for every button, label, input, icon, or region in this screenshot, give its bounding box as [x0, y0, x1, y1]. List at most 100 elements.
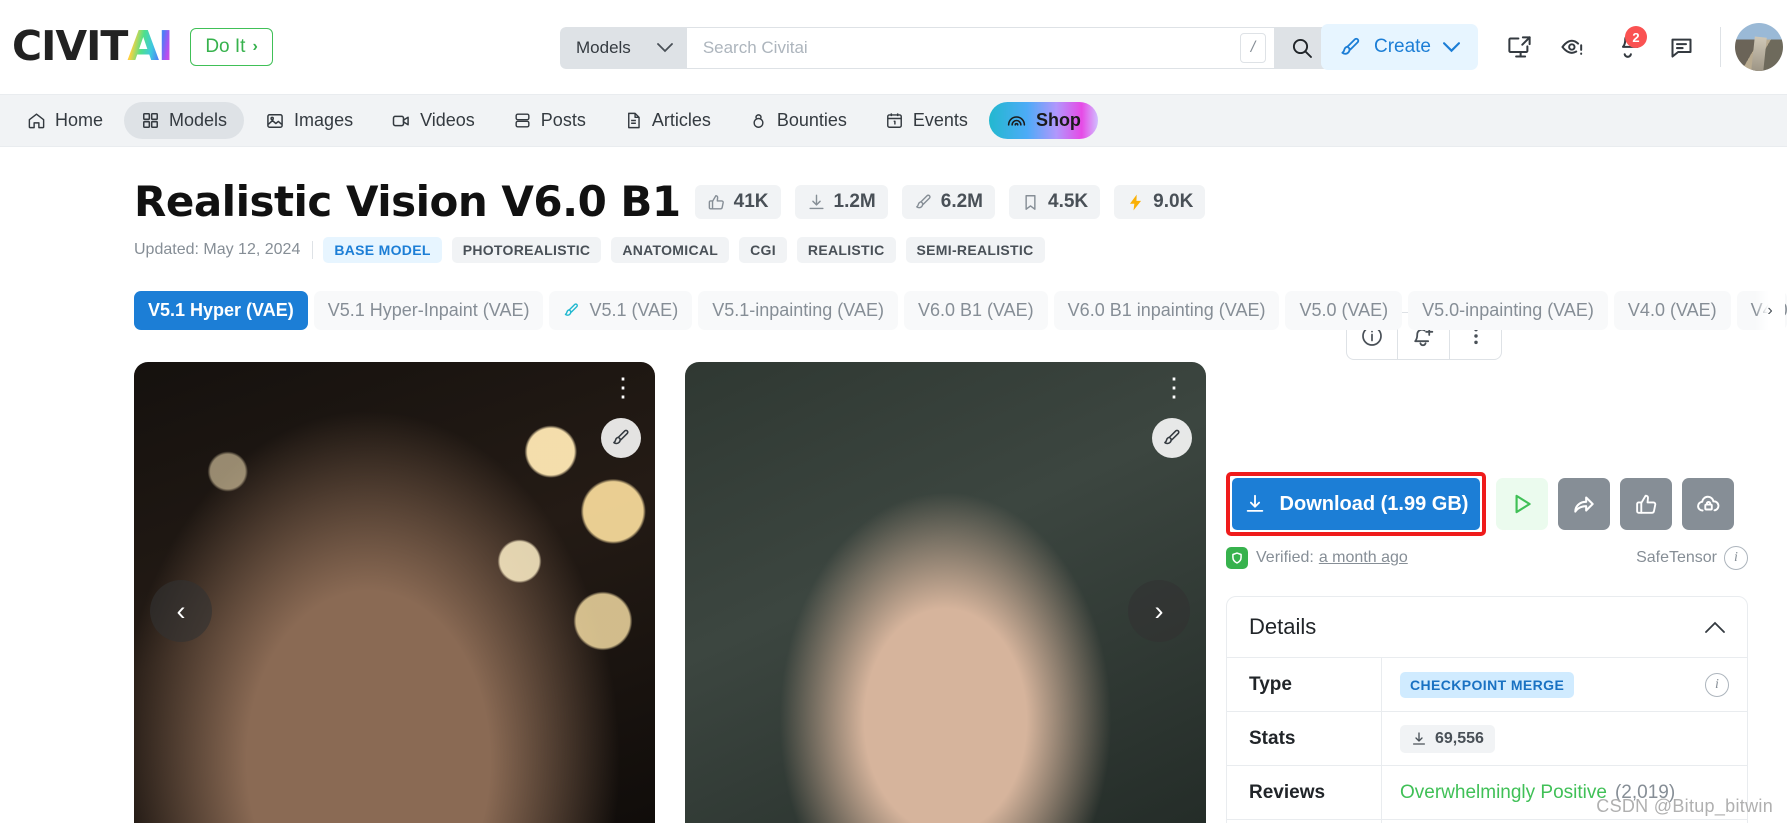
- details-header[interactable]: Details: [1227, 597, 1747, 657]
- civitai-logo[interactable]: CIVIT AI: [12, 22, 173, 70]
- gallery-next-button[interactable]: ›: [1128, 580, 1190, 642]
- do-it-button[interactable]: Do It ›: [190, 28, 273, 66]
- run-model-button[interactable]: [1496, 478, 1548, 530]
- version-tab-v50-inpainting[interactable]: V5.0-inpainting (VAE): [1408, 291, 1608, 330]
- article-icon: [624, 111, 643, 130]
- download-label: Download (1.99 GB): [1279, 492, 1469, 515]
- version-tab-v60-b1[interactable]: V6.0 B1 (VAE): [903, 291, 1048, 330]
- remix-button[interactable]: [601, 418, 641, 458]
- details-title: Details: [1249, 614, 1317, 639]
- backup-button[interactable]: [1682, 478, 1734, 530]
- nav-item-images[interactable]: Images: [248, 102, 370, 139]
- version-tab-v51-hyper-inpaint[interactable]: V5.1 Hyper-Inpaint (VAE): [313, 291, 544, 330]
- version-label: V5.0 (VAE): [1299, 300, 1389, 320]
- tag-anatomical[interactable]: ANATOMICAL: [611, 237, 730, 263]
- image-options-button[interactable]: ⋮: [1161, 374, 1188, 400]
- type-badge[interactable]: CHECKPOINT MERGE: [1400, 671, 1575, 698]
- download-count-chip: 69,556: [1400, 724, 1495, 753]
- version-tab-v60-b1-inpainting[interactable]: V6.0 B1 inpainting (VAE): [1053, 291, 1280, 330]
- safetensor-info: SafeTensor i: [1636, 546, 1748, 570]
- nav-label: Bounties: [776, 110, 847, 130]
- row-value: CHECKPOINT MERGE i: [1382, 658, 1747, 711]
- screen-share-icon: [1506, 34, 1533, 61]
- nav-item-articles[interactable]: Articles: [607, 102, 728, 139]
- remix-button[interactable]: [1152, 418, 1192, 458]
- chevron-down-icon: [1443, 41, 1460, 53]
- gallery-prev-button[interactable]: ‹: [150, 580, 212, 642]
- screen-share-button[interactable]: [1494, 22, 1544, 72]
- chevron-right-icon: ›: [252, 38, 258, 55]
- search-shortcut-key: /: [1240, 33, 1266, 63]
- watermark: CSDN @Bitup_bitwin: [1596, 796, 1773, 816]
- version-tab-v51-hyper[interactable]: V5.1 Hyper (VAE): [134, 291, 308, 330]
- shield-check-icon: [1226, 547, 1248, 569]
- stat-value: 1.2M: [833, 191, 876, 212]
- tag-base-model[interactable]: BASE MODEL: [323, 237, 442, 263]
- stat-buzz: 9.0K: [1114, 185, 1206, 219]
- search-icon: [1290, 36, 1314, 60]
- search-category-select[interactable]: Models: [560, 27, 687, 69]
- stat-value: 4.5K: [1048, 191, 1089, 212]
- details-row-type: Type CHECKPOINT MERGE i: [1227, 657, 1747, 711]
- create-button[interactable]: Create: [1320, 24, 1478, 70]
- info-icon[interactable]: i: [1705, 672, 1729, 697]
- image-options-button[interactable]: ⋮: [610, 374, 637, 400]
- info-icon[interactable]: i: [1724, 546, 1748, 570]
- thumbs-up-icon: [707, 193, 726, 212]
- version-tab-v51-inpainting[interactable]: V5.1-inpainting (VAE): [698, 291, 898, 330]
- search-input-wrapper: /: [686, 27, 1274, 69]
- video-icon: [391, 111, 411, 131]
- bolt-icon: [1126, 193, 1145, 212]
- posts-icon: [513, 111, 532, 130]
- messages-button[interactable]: [1656, 22, 1706, 72]
- version-label: V5.1 Hyper-Inpaint (VAE): [327, 300, 530, 320]
- review-sentiment[interactable]: Overwhelmingly Positive: [1400, 782, 1607, 804]
- row-label: Type: [1227, 658, 1382, 711]
- version-label: V5.0-inpainting (VAE): [1422, 300, 1594, 320]
- search-input[interactable]: [702, 38, 1240, 58]
- page-title: Realistic Vision V6.0 B1: [134, 177, 681, 226]
- updated-label: Updated: May 12, 2024: [134, 241, 314, 259]
- tag-photorealistic[interactable]: PHOTOREALISTIC: [451, 237, 602, 263]
- download-row: Download (1.99 GB): [1226, 472, 1748, 536]
- tag-cgi[interactable]: CGI: [739, 237, 787, 263]
- search-category-label: Models: [576, 38, 631, 57]
- bounty-icon: [749, 111, 768, 130]
- nav-item-posts[interactable]: Posts: [496, 102, 603, 139]
- nav-item-videos[interactable]: Videos: [374, 102, 492, 139]
- version-tabs: V5.1 Hyper (VAE) V5.1 Hyper-Inpaint (VAE…: [0, 263, 1787, 331]
- brush-icon: [914, 193, 933, 212]
- user-avatar[interactable]: [1735, 23, 1783, 71]
- tag-semi-realistic[interactable]: SEMI-REALISTIC: [905, 237, 1045, 263]
- version-label: V4.0 (VAE): [1627, 300, 1717, 320]
- stat-value: 6.2M: [940, 191, 984, 212]
- search-bar: Models /: [560, 27, 1330, 69]
- gallery-image-2[interactable]: ⋮ ›: [685, 362, 1206, 823]
- nav-item-models[interactable]: Models: [124, 102, 245, 139]
- nav-item-events[interactable]: Events: [868, 102, 985, 139]
- download-button[interactable]: Download (1.99 GB): [1232, 478, 1480, 530]
- version-tab-v51[interactable]: V5.1 (VAE): [549, 291, 693, 330]
- nav-label: Home: [55, 110, 104, 130]
- version-tab-v40[interactable]: V4.0 (VAE): [1613, 291, 1731, 330]
- gallery-image-1[interactable]: ⋮ ‹: [134, 362, 655, 823]
- logo-text-accent: AI: [127, 22, 173, 70]
- verified-time-link[interactable]: a month ago: [1319, 549, 1408, 567]
- nav-label: Models: [169, 110, 228, 130]
- eye-alert-button[interactable]: [1548, 22, 1598, 72]
- nav-label: Articles: [651, 110, 711, 130]
- notifications-button[interactable]: 2: [1602, 22, 1652, 72]
- nav-item-bounties[interactable]: Bounties: [732, 102, 864, 139]
- tag-realistic[interactable]: REALISTIC: [796, 237, 896, 263]
- stat-downloads: 1.2M: [794, 185, 888, 219]
- nav-label: Events: [912, 110, 968, 130]
- share-button[interactable]: [1558, 478, 1610, 530]
- top-bar: CIVITAI Do It › Models /: [0, 0, 1787, 95]
- version-tab-v50[interactable]: V5.0 (VAE): [1285, 291, 1403, 330]
- model-sidebar: Download (1.99 GB) Verified: a month ago…: [1226, 472, 1748, 823]
- version-scroll-next-button[interactable]: ›: [1755, 291, 1785, 331]
- nav-item-home[interactable]: Home: [10, 102, 120, 139]
- stat-generations: 6.2M: [901, 185, 996, 219]
- like-button[interactable]: [1620, 478, 1672, 530]
- nav-item-shop[interactable]: Shop: [988, 102, 1098, 139]
